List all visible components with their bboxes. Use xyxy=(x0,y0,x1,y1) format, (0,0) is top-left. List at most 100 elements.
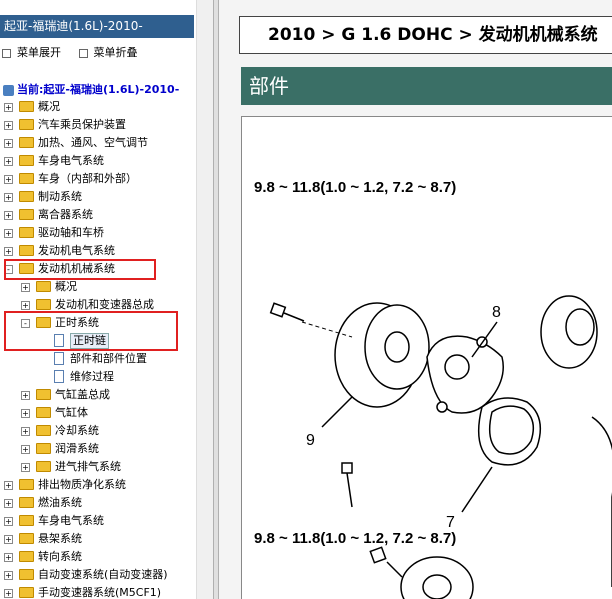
callout-8: 8 xyxy=(492,304,501,321)
folder-icon xyxy=(36,299,51,310)
folder-icon xyxy=(36,407,51,418)
tree-item[interactable]: + 概况 xyxy=(0,278,213,296)
tree-item[interactable]: + 转向系统 xyxy=(0,548,213,566)
tree-item[interactable]: + 概况 xyxy=(0,98,213,116)
bolt-top xyxy=(269,302,305,322)
tree-item-label: 发动机电气系统 xyxy=(38,244,115,257)
folder-icon xyxy=(36,281,51,292)
expand-toggle-icon[interactable]: + xyxy=(4,247,13,256)
tree-item-label: 概况 xyxy=(38,100,60,113)
tree-item[interactable]: + 车身电气系统 xyxy=(0,512,213,530)
folder-icon xyxy=(19,587,34,598)
tree-item[interactable]: + 悬架系统 xyxy=(0,530,213,548)
expand-toggle-icon[interactable]: + xyxy=(4,481,13,490)
expand-toggle-icon[interactable]: + xyxy=(4,517,13,526)
tree-item-label: 气缸体 xyxy=(55,406,88,419)
expand-toggle-icon[interactable]: + xyxy=(21,283,30,292)
callout-line-7 xyxy=(461,466,493,513)
collapse-icon xyxy=(78,48,88,58)
tree-item[interactable]: + 汽车乘员保护装置 xyxy=(0,116,213,134)
callout-line-9 xyxy=(321,396,353,428)
tree-item[interactable]: + 燃油系统 xyxy=(0,494,213,512)
torque-label-top: 9.8 ~ 11.8(1.0 ~ 1.2, 7.2 ~ 8.7) xyxy=(254,179,456,196)
folder-icon xyxy=(19,101,34,112)
gasket-part xyxy=(477,397,542,466)
expand-toggle-icon[interactable]: + xyxy=(4,211,13,220)
callout-9: 9 xyxy=(306,432,315,449)
highlight-box-engine-mechanical xyxy=(4,259,156,280)
tree-item-label: 汽车乘员保护装置 xyxy=(38,118,126,131)
tree-item-label: 手动变速器系统(M5CF1) xyxy=(38,586,162,599)
tree-item[interactable]: + 车身（内部和外部） xyxy=(0,170,213,188)
tree-item[interactable]: + 自动变速系统(自动变速器) xyxy=(0,566,213,584)
torque-label-bottom: 9.8 ~ 11.8(1.0 ~ 1.2, 7.2 ~ 8.7) xyxy=(254,530,456,547)
tree-item[interactable]: + 离合器系统 xyxy=(0,206,213,224)
parts-diagram-svg: 9.8 ~ 11.8(1.0 ~ 1.2, 7.2 ~ 8.7) 9.8 ~ 1… xyxy=(254,179,612,599)
expand-toggle-icon[interactable]: + xyxy=(4,589,13,598)
tree-item-label: 车身电气系统 xyxy=(38,154,104,167)
tree-item-label: 部件和部件位置 xyxy=(70,352,147,365)
folder-icon xyxy=(19,209,34,220)
expand-toggle-icon[interactable]: + xyxy=(4,499,13,508)
tree-item[interactable]: + 排出物质净化系统 xyxy=(0,476,213,494)
expand-toggle-icon[interactable]: + xyxy=(4,229,13,238)
section-title: 部件 xyxy=(241,67,612,105)
tree-item[interactable]: + 手动变速器系统(M5CF1) xyxy=(0,584,213,599)
tree-item-label: 车身（内部和外部） xyxy=(38,172,137,185)
tree-item[interactable]: + 气缸盖总成 xyxy=(0,386,213,404)
tree-item[interactable]: + 制动系统 xyxy=(0,188,213,206)
navigation-tree-pane: 起亚-福瑞迪(1.6L)-2010- 菜单展开 菜单折叠 当前:起亚-福瑞迪(1… xyxy=(0,0,213,599)
expand-menu-button[interactable]: 菜单展开 xyxy=(2,44,61,60)
collapse-menu-button[interactable]: 菜单折叠 xyxy=(78,44,138,60)
folder-icon xyxy=(19,497,34,508)
tree-item-label: 气缸盖总成 xyxy=(55,388,110,401)
expand-icon xyxy=(2,48,11,58)
tree-item[interactable]: 部件和部件位置 xyxy=(0,350,213,368)
expand-toggle-icon[interactable]: + xyxy=(4,121,13,130)
expand-toggle-icon[interactable]: + xyxy=(21,445,30,454)
expand-toggle-icon[interactable]: + xyxy=(4,571,13,580)
expand-toggle-icon[interactable]: + xyxy=(21,427,30,436)
expand-toggle-icon[interactable]: + xyxy=(21,409,30,418)
expand-toggle-icon[interactable]: + xyxy=(4,193,13,202)
crank-pulley-right xyxy=(540,295,598,369)
expand-toggle-icon[interactable]: + xyxy=(4,157,13,166)
folder-icon xyxy=(19,155,34,166)
tree-item[interactable]: + 车身电气系统 xyxy=(0,152,213,170)
bolt-bottom xyxy=(369,546,403,578)
tree-scrollbar[interactable] xyxy=(196,0,213,599)
current-location[interactable]: 当前:起亚-福瑞迪(1.6L)-2010- xyxy=(3,81,179,97)
tree-item-label: 驱动轴和车桥 xyxy=(38,226,104,239)
document-icon xyxy=(54,370,64,383)
expand-toggle-icon[interactable]: + xyxy=(4,553,13,562)
expand-toggle-icon[interactable]: + xyxy=(4,535,13,544)
tree-item[interactable]: + 冷却系统 xyxy=(0,422,213,440)
expand-toggle-icon[interactable]: + xyxy=(4,103,13,112)
tree-item[interactable]: + 气缸体 xyxy=(0,404,213,422)
expand-toggle-icon[interactable]: + xyxy=(4,175,13,184)
tree-title: 起亚-福瑞迪(1.6L)-2010- xyxy=(0,15,194,38)
document-header: 2010 > G 1.6 DOHC > 发动机机械系统 xyxy=(239,16,612,54)
tree-item-label: 冷却系统 xyxy=(55,424,99,437)
tree-item-label: 润滑系统 xyxy=(55,442,99,455)
expand-toggle-icon[interactable]: + xyxy=(21,301,30,310)
tree-item-label: 自动变速系统(自动变速器) xyxy=(38,568,168,581)
tree-item[interactable]: + 加热、通风、空气调节 xyxy=(0,134,213,152)
folder-icon xyxy=(19,173,34,184)
tree-item-label: 燃油系统 xyxy=(38,496,82,509)
tree-item[interactable]: 维修过程 xyxy=(0,368,213,386)
computer-icon xyxy=(3,84,14,96)
expand-toggle-icon[interactable]: + xyxy=(21,391,30,400)
tree-item-label: 制动系统 xyxy=(38,190,82,203)
expand-toggle-icon[interactable]: + xyxy=(4,139,13,148)
tree-item[interactable]: + 进气排气系统 xyxy=(0,458,213,476)
folder-icon xyxy=(19,245,34,256)
tree-item[interactable]: + 驱动轴和车桥 xyxy=(0,224,213,242)
folder-icon xyxy=(19,137,34,148)
document-icon xyxy=(54,352,64,365)
tree-item[interactable]: + 发动机电气系统 xyxy=(0,242,213,260)
folder-icon xyxy=(19,479,34,490)
tree-item[interactable]: + 润滑系统 xyxy=(0,440,213,458)
expand-toggle-icon[interactable]: + xyxy=(21,463,30,472)
folder-icon xyxy=(36,461,51,472)
